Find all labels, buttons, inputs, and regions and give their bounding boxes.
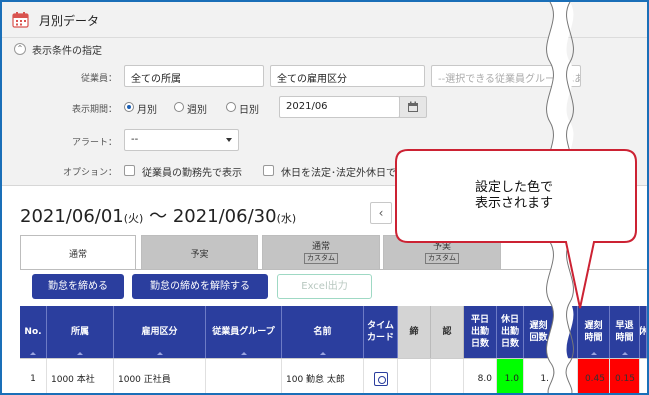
tab-normal[interactable]: 通常 xyxy=(20,235,136,270)
col-approve-label: 認 xyxy=(442,327,452,337)
option-workplace-checkbox[interactable] xyxy=(124,165,135,176)
start-date: 2021/06/01 xyxy=(20,206,124,227)
end-dow: (水) xyxy=(276,212,297,225)
col-employment[interactable]: 雇用区分 xyxy=(114,306,206,358)
option-workplace-label: 従業員の勤務先で表示 xyxy=(142,168,242,179)
excel-export-button[interactable]: Excel出力 xyxy=(277,274,372,299)
timecard-icon[interactable] xyxy=(373,371,388,386)
alert-select[interactable]: -- xyxy=(124,129,239,151)
alert-label: アラート： xyxy=(71,138,117,148)
cell-holiday-days: 1.0 xyxy=(497,359,524,393)
col-no-label: No. xyxy=(24,327,42,337)
previous-period-button[interactable]: ‹ xyxy=(370,202,392,224)
sort-icon xyxy=(621,352,628,355)
col-affiliation-label: 所属 xyxy=(70,327,89,337)
sort-icon xyxy=(319,352,326,355)
col-group[interactable]: 従業員グループ xyxy=(206,306,282,358)
cell-weekday-days: 8.0 xyxy=(464,359,497,393)
col-no[interactable]: No. xyxy=(20,306,47,358)
col-group-label: 従業員グループ xyxy=(212,327,275,337)
option-label: オプション： xyxy=(62,168,117,178)
period-daily-label: 日別 xyxy=(239,105,259,116)
tab-plan-actual-label: 予実 xyxy=(190,250,209,260)
affiliation-select[interactable]: 全ての所属 xyxy=(124,65,264,87)
employee-label: 従業員： xyxy=(80,74,117,84)
month-input[interactable]: 2021/06 xyxy=(279,96,400,118)
period-weekly-radio[interactable] xyxy=(174,102,184,112)
col-weekday-days[interactable]: 平日 出勤 日数 xyxy=(464,306,497,358)
cell-early-time: 0.15 xyxy=(610,359,640,393)
col-employment-label: 雇用区分 xyxy=(141,327,178,337)
col-name-label: 名前 xyxy=(313,327,332,337)
cell-close xyxy=(398,359,431,393)
cell-timecard[interactable] xyxy=(364,359,398,393)
cell-no: 1 xyxy=(20,359,47,393)
col-affiliation[interactable]: 所属 xyxy=(47,306,114,358)
alert-select-value: -- xyxy=(131,134,139,145)
col-timecard-label: タイム カード xyxy=(366,321,394,343)
cell-name[interactable]: 100 勤怠 太郎 xyxy=(282,359,364,393)
col-approve[interactable]: 認 xyxy=(431,306,464,358)
tab-normal-custom-badge: カスタム xyxy=(304,253,338,264)
col-weekday-days-label: 平日 出勤 日数 xyxy=(470,315,489,349)
col-holiday-days-label: 休日 出勤 日数 xyxy=(500,315,519,349)
chevron-left-icon: ‹ xyxy=(378,206,384,220)
close-attendance-button[interactable]: 勤怠を締める xyxy=(32,274,124,299)
col-timecard[interactable]: タイム カード xyxy=(364,306,398,358)
col-name[interactable]: 名前 xyxy=(282,306,364,358)
period-weekly-label: 週別 xyxy=(187,105,207,116)
col-close[interactable]: 締 xyxy=(398,306,431,358)
col-leave-label: 休 xyxy=(640,326,646,338)
option-holiday-label: 休日を法定･法定外休日で xyxy=(281,168,396,179)
tab-plan-actual-custom-badge: カスタム xyxy=(425,253,459,264)
chevron-down-icon xyxy=(226,138,232,142)
tab-plan-actual[interactable]: 予実 xyxy=(141,235,258,269)
end-date: 2021/06/30 xyxy=(172,206,277,227)
period-monthly-radio[interactable] xyxy=(124,102,134,112)
col-holiday-days[interactable]: 休日 出勤 日数 xyxy=(497,306,524,358)
sort-icon xyxy=(240,352,247,355)
conditions-header: 表示条件の指定 xyxy=(32,46,102,57)
date-range-heading: 2021/06/01(火) 〜 2021/06/30(水) xyxy=(20,202,296,228)
period-monthly-label: 月別 xyxy=(137,105,157,116)
calendar-icon xyxy=(12,12,29,28)
cell-leave xyxy=(640,359,647,393)
cell-employment: 1000 正社員 xyxy=(114,359,206,393)
sort-icon xyxy=(30,352,36,355)
page-title: 月別データ xyxy=(39,14,100,28)
period-label: 表示期間： xyxy=(71,105,117,115)
callout-text: 設定した色で 表示されます xyxy=(474,180,553,211)
start-dow: (火) xyxy=(123,212,144,225)
tab-normal-custom-label: 通常 xyxy=(311,242,330,252)
collapse-toggle-icon[interactable]: ⌃ xyxy=(14,43,26,55)
col-close-label: 締 xyxy=(409,327,419,337)
sort-icon xyxy=(156,352,163,355)
option-holiday-checkbox[interactable] xyxy=(263,165,274,176)
release-attendance-button[interactable]: 勤怠の締めを解除する xyxy=(132,274,268,299)
cell-group xyxy=(206,359,282,393)
sort-icon xyxy=(77,352,83,355)
period-daily-radio[interactable] xyxy=(226,102,236,112)
cell-affiliation: 1000 本社 xyxy=(47,359,114,393)
col-early-time-label: 早退 時間 xyxy=(615,321,634,343)
range-separator: 〜 xyxy=(149,206,168,227)
app-window: 月別データ ⌃ 表示条件の指定 従業員： 全ての所属 全ての雇用区分 --選択で… xyxy=(0,0,649,395)
calendar-button[interactable] xyxy=(399,96,427,118)
employment-type-select[interactable]: 全ての雇用区分 xyxy=(270,65,425,87)
tab-normal-label: 通常 xyxy=(68,250,87,260)
col-early-time[interactable]: 早退 時間 xyxy=(610,306,640,358)
calendar-button-icon xyxy=(408,101,418,112)
col-leave[interactable]: 休 xyxy=(640,306,647,358)
tab-normal-custom[interactable]: 通常 カスタム xyxy=(262,235,380,269)
cell-approve xyxy=(431,359,464,393)
